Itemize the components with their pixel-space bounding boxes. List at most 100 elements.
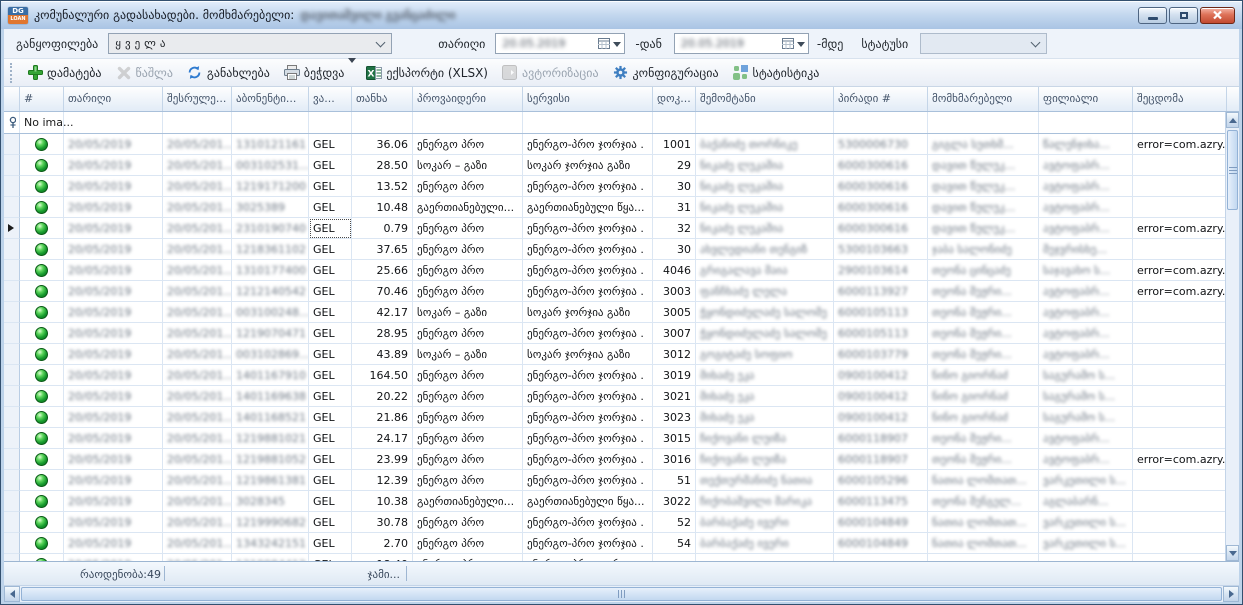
cell-service[interactable]: ენერგო-პრო ჯორჯია . xyxy=(523,260,653,281)
cell-personal[interactable]: 6000105113 xyxy=(834,302,928,323)
cell-date[interactable]: 20/05/2019 xyxy=(64,281,163,302)
cell-error[interactable]: error=com.azry.e xyxy=(1133,218,1225,239)
cell-branch[interactable]: ავტოფაბრ... xyxy=(1039,323,1133,344)
cell-user[interactable]: თეონა შეჟრი... xyxy=(928,302,1039,323)
cell-submitter[interactable]: მიხაძე ეკა xyxy=(696,386,834,407)
cell-status[interactable] xyxy=(20,491,64,512)
cell-error[interactable] xyxy=(1133,155,1225,176)
cell-provider[interactable]: ენერგო პრო xyxy=(413,176,523,197)
cell-account[interactable]: 1310177400 xyxy=(232,260,309,281)
cell-submitter[interactable]: ახვლედიანი თენგიზ xyxy=(696,239,834,260)
cell-amount[interactable]: 20.22 xyxy=(352,386,413,407)
print-dropdown-button[interactable] xyxy=(345,60,359,85)
cell-provider[interactable]: ენერგო პრო xyxy=(413,470,523,491)
cell-doc[interactable]: 54 xyxy=(653,533,696,554)
close-button[interactable] xyxy=(1200,7,1235,24)
cell-submitter[interactable] xyxy=(696,554,834,561)
cell-personal[interactable]: 6000113927 xyxy=(834,281,928,302)
cell-doc[interactable]: 4046 xyxy=(653,260,696,281)
cell-exec[interactable]: 20/05/201... xyxy=(163,470,232,491)
cell-currency[interactable]: GEL xyxy=(309,470,352,491)
cell-personal[interactable]: 6000105113 xyxy=(834,323,928,344)
table-row[interactable]: 20/05/201920/05/201...1219990682GEL30.78… xyxy=(4,512,1225,533)
horizontal-scrollbar-thumb[interactable] xyxy=(21,587,1222,601)
cell-date[interactable]: 20/05/2019 xyxy=(64,239,163,260)
cell-branch[interactable]: საგურამო ს... xyxy=(1039,407,1133,428)
cell-currency[interactable]: GEL xyxy=(309,155,352,176)
cell-exec[interactable]: 20/05/201... xyxy=(163,554,232,561)
cell-date[interactable]: 20/05/2019 xyxy=(64,134,163,155)
cell-doc[interactable]: 3012 xyxy=(653,344,696,365)
cell-date[interactable]: 20/05/2019 xyxy=(64,428,163,449)
cell-service[interactable]: სოკარ ჯორჯია გაზი xyxy=(523,155,653,176)
cell-status[interactable] xyxy=(20,512,64,533)
table-row[interactable]: 20/05/201920/05/201...1219984412GEL18.40… xyxy=(4,554,1225,561)
column-header-exec[interactable]: შესრულე... xyxy=(163,87,232,111)
cell-user[interactable]: თეონა შეჟრი... xyxy=(928,323,1039,344)
cell-submitter[interactable]: ნიკაძე ლუკაშია xyxy=(696,176,834,197)
cell-branch[interactable]: აგლაბარნ... xyxy=(1039,491,1133,512)
cell-error[interactable] xyxy=(1133,365,1225,386)
cell-exec[interactable]: 20/05/201... xyxy=(163,155,232,176)
cell-user[interactable]: დავით წულუკ... xyxy=(928,155,1039,176)
cell-personal[interactable]: 6000104849 xyxy=(834,533,928,554)
cell-status[interactable] xyxy=(20,197,64,218)
filter-cell-date[interactable] xyxy=(64,112,163,133)
cell-exec[interactable]: 20/05/201... xyxy=(163,407,232,428)
add-button[interactable]: დამატება xyxy=(20,62,109,84)
cell-account[interactable]: 1401167910 xyxy=(232,365,309,386)
cell-currency[interactable]: GEL xyxy=(309,239,352,260)
date-to-input[interactable]: 20.05.2019 xyxy=(674,33,809,54)
cell-branch[interactable]: ვარკეთილი ს... xyxy=(1039,533,1133,554)
cell-provider[interactable]: სოკარ – გაზი xyxy=(413,302,523,323)
cell-service[interactable]: ენერგო-პრო ჯორჯია . xyxy=(523,239,653,260)
cell-doc[interactable]: 3003 xyxy=(653,281,696,302)
cell-provider[interactable]: ენერგო პრო xyxy=(413,533,523,554)
cell-exec[interactable]: 20/05/201... xyxy=(163,512,232,533)
cell-date[interactable]: 20/05/2019 xyxy=(64,554,163,561)
cell-date[interactable]: 20/05/2019 xyxy=(64,470,163,491)
cell-status[interactable] xyxy=(20,554,64,561)
cell-user[interactable]: დავით წულუკ... xyxy=(928,218,1039,239)
cell-user[interactable]: თეონა შეჟრი... xyxy=(928,344,1039,365)
cell-amount[interactable]: 36.06 xyxy=(352,134,413,155)
cell-amount[interactable]: 70.46 xyxy=(352,281,413,302)
cell-exec[interactable]: 20/05/201... xyxy=(163,428,232,449)
cell-branch[interactable]: ავტოფაბრ... xyxy=(1039,449,1133,470)
cell-submitter[interactable]: მიხაძე ეკა xyxy=(696,407,834,428)
cell-error[interactable]: error=com.azry.e xyxy=(1133,260,1225,281)
cell-amount[interactable]: 25.66 xyxy=(352,260,413,281)
cell-amount[interactable]: 10.48 xyxy=(352,197,413,218)
cell-date[interactable]: 20/05/2019 xyxy=(64,449,163,470)
cell-amount[interactable]: 23.99 xyxy=(352,449,413,470)
cell-user[interactable]: თეონა შეჟრი... xyxy=(928,449,1039,470)
cell-doc[interactable]: 52 xyxy=(653,512,696,533)
column-header-branch[interactable]: ფილიალი xyxy=(1039,87,1133,111)
cell-service[interactable]: ენერგო-პრო ჯორჯია . xyxy=(523,281,653,302)
column-header-personal[interactable]: პირადი # xyxy=(834,87,928,111)
cell-status[interactable] xyxy=(20,302,64,323)
cell-personal[interactable]: 0900100412 xyxy=(834,365,928,386)
cell-personal[interactable]: 6000113475 xyxy=(834,491,928,512)
cell-personal[interactable]: 5300006730 xyxy=(834,134,928,155)
cell-currency[interactable]: GEL xyxy=(309,449,352,470)
cell-submitter[interactable]: ნიკაძე ლუკაშია xyxy=(696,197,834,218)
cell-branch[interactable]: საჯავახო ს... xyxy=(1039,260,1133,281)
cell-error[interactable] xyxy=(1133,176,1225,197)
table-row[interactable]: 20/05/201920/05/201...3028345GEL10.38გაე… xyxy=(4,491,1225,512)
filter-cell-user[interactable] xyxy=(928,112,1039,133)
cell-date[interactable]: 20/05/2019 xyxy=(64,302,163,323)
cell-error[interactable] xyxy=(1133,323,1225,344)
cell-doc[interactable]: 31 xyxy=(653,197,696,218)
cell-submitter[interactable]: ჩიქოვანი ლუიზა xyxy=(696,428,834,449)
table-row[interactable]: 20/05/201920/05/201...1219881052GEL23.99… xyxy=(4,449,1225,470)
cell-user[interactable]: დავით წულუკ... xyxy=(928,197,1039,218)
cell-status[interactable] xyxy=(20,428,64,449)
cell-doc[interactable]: 3005 xyxy=(653,302,696,323)
cell-provider[interactable]: ენერგო პრო xyxy=(413,281,523,302)
cell-exec[interactable]: 20/05/201... xyxy=(163,239,232,260)
restore-button[interactable] xyxy=(1169,7,1198,24)
cell-status[interactable] xyxy=(20,260,64,281)
cell-personal[interactable]: 5300103663 xyxy=(834,239,928,260)
cell-error[interactable]: error=com.azry.e xyxy=(1133,281,1225,302)
